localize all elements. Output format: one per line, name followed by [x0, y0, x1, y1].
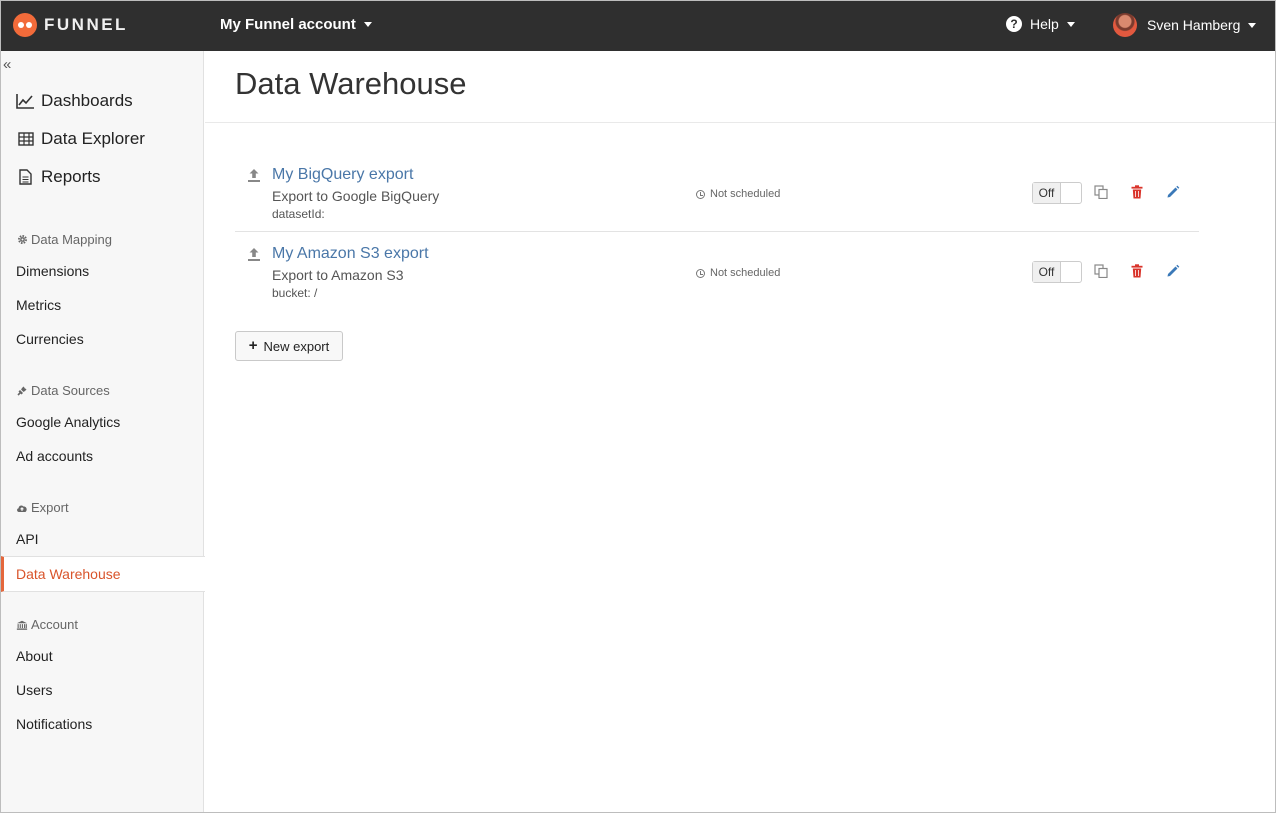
funnel-logo-icon [13, 13, 37, 37]
edit-pencil-icon[interactable] [1166, 264, 1180, 278]
section-title-label: Data Mapping [31, 232, 112, 247]
schedule-status: Not scheduled [696, 188, 780, 200]
export-parameter: bucket: / [272, 286, 318, 300]
export-row: My BigQuery export Export to Google BigQ… [235, 153, 1199, 232]
sidebar-item-google-analytics[interactable]: Google Analytics [16, 414, 120, 430]
sidebar-item-data-warehouse[interactable]: Data Warehouse [1, 556, 205, 592]
section-title-label: Data Sources [31, 383, 110, 398]
sidebar-item-dashboards[interactable]: Dashboards [16, 91, 133, 111]
sidebar-item-users[interactable]: Users [16, 682, 53, 698]
trash-icon[interactable] [1131, 264, 1145, 278]
sidebar-item-about[interactable]: About [16, 648, 53, 664]
schedule-status: Not scheduled [696, 267, 780, 279]
line-chart-icon [16, 92, 35, 110]
section-account: Account [16, 617, 78, 632]
copy-icon[interactable] [1094, 185, 1108, 200]
top-bar: FUNNEL My Funnel account ? Help Sven Ham… [1, 1, 1275, 51]
new-export-button[interactable]: + New export [235, 331, 343, 361]
export-name-link[interactable]: My BigQuery export [272, 166, 413, 184]
copy-icon[interactable] [1094, 264, 1108, 279]
export-description: Export to Amazon S3 [272, 267, 404, 283]
toggle-label: Off [1033, 262, 1061, 282]
question-circle-icon: ? [1006, 16, 1022, 32]
document-icon [16, 168, 35, 186]
plug-icon [16, 385, 28, 397]
sidebar-item-data-explorer[interactable]: Data Explorer [16, 129, 145, 149]
sidebar-item-dimensions[interactable]: Dimensions [16, 263, 89, 279]
edit-pencil-icon[interactable] [1166, 185, 1180, 199]
sidebar-item-api[interactable]: API [16, 531, 39, 547]
schedule-label: Not scheduled [710, 267, 781, 279]
sidebar-item-label: Reports [41, 167, 101, 186]
chevron-down-icon [363, 22, 372, 27]
export-name-link[interactable]: My Amazon S3 export [272, 245, 429, 263]
upload-icon [247, 168, 261, 184]
upload-icon [247, 247, 261, 263]
user-name: Sven Hamberg [1147, 17, 1241, 33]
clock-icon [696, 268, 705, 278]
user-menu[interactable]: Sven Hamberg [1113, 13, 1257, 37]
sidebar-item-label: Data Explorer [41, 129, 145, 148]
sidebar-item-reports[interactable]: Reports [16, 167, 101, 187]
export-parameter: datasetId: [272, 207, 325, 221]
account-switcher[interactable]: My Funnel account [220, 16, 372, 33]
help-label: Help [1030, 16, 1059, 32]
account-name: My Funnel account [220, 16, 356, 33]
new-export-label: New export [263, 338, 330, 354]
export-row: My Amazon S3 export Export to Amazon S3 … [235, 232, 1199, 311]
page-title: Data Warehouse [235, 66, 467, 101]
gear-icon [16, 234, 28, 246]
sidebar: « Dashboards Data Explorer Reports Data … [1, 51, 205, 812]
avatar [1113, 13, 1137, 37]
sidebar-item-currencies[interactable]: Currencies [16, 331, 84, 347]
section-title-label: Export [31, 500, 69, 515]
clock-icon [696, 189, 705, 199]
brand-name: FUNNEL [44, 15, 128, 34]
export-description: Export to Google BigQuery [272, 188, 440, 204]
collapse-sidebar-icon[interactable]: « [3, 56, 11, 73]
section-data-sources: Data Sources [16, 383, 110, 398]
sidebar-item-ad-accounts[interactable]: Ad accounts [16, 448, 93, 464]
sidebar-item-metrics[interactable]: Metrics [16, 297, 61, 313]
section-title-label: Account [31, 617, 78, 632]
cloud-upload-icon [16, 502, 28, 514]
schedule-label: Not scheduled [710, 188, 781, 200]
sidebar-item-notifications[interactable]: Notifications [16, 716, 92, 732]
export-toggle[interactable]: Off [1032, 261, 1082, 283]
toggle-label: Off [1033, 183, 1061, 203]
funnel-logo[interactable]: FUNNEL [13, 13, 128, 37]
help-menu[interactable]: ? Help [1006, 16, 1075, 32]
app-window: FUNNEL My Funnel account ? Help Sven Ham… [0, 0, 1276, 813]
divider [205, 122, 1275, 123]
trash-icon[interactable] [1131, 185, 1145, 199]
bank-icon [16, 619, 28, 631]
export-toggle[interactable]: Off [1032, 182, 1082, 204]
section-export: Export [16, 500, 69, 515]
chevron-down-icon [1248, 22, 1257, 28]
section-data-mapping: Data Mapping [16, 232, 112, 247]
table-icon [16, 130, 35, 148]
chevron-down-icon [1066, 21, 1075, 27]
plus-icon: + [248, 336, 258, 354]
sidebar-item-label: Dashboards [41, 91, 133, 110]
